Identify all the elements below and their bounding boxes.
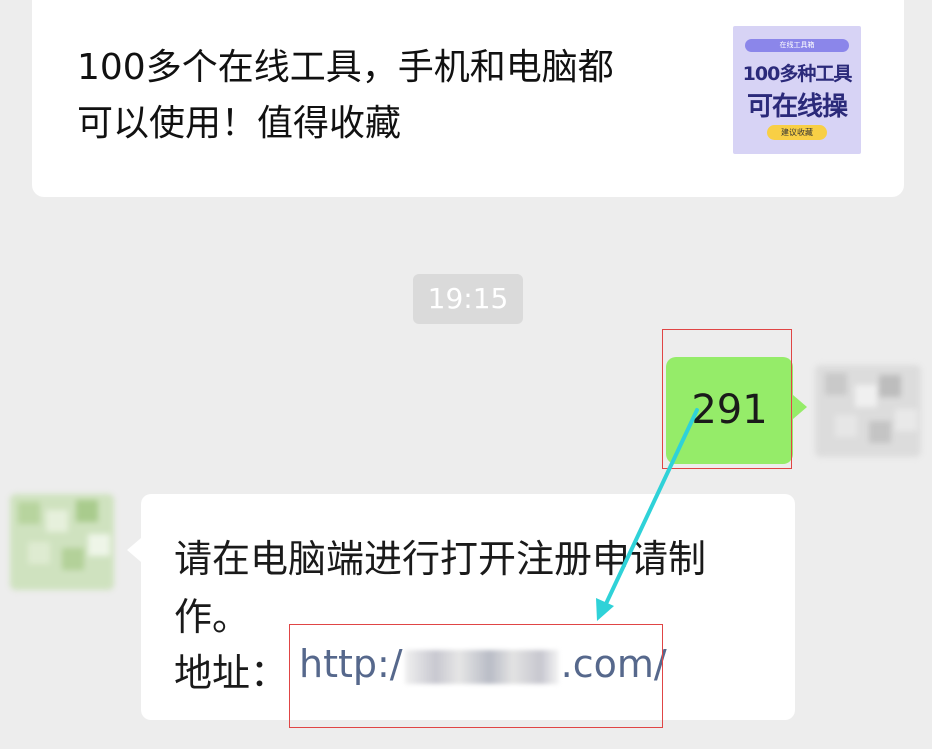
message-timestamp: 19:15: [413, 274, 523, 324]
thumbnail-headline2: 可在线操: [746, 92, 848, 122]
received-message-line1: 请在电脑端进行打开注册申请制: [174, 537, 707, 581]
article-thumbnail: 在线工具箱 100多种工具 可在线操 建议收藏: [733, 26, 861, 154]
received-message-line2: 作。: [174, 595, 251, 639]
article-title-line2: 可以使用！值得收藏: [77, 103, 402, 144]
thumbnail-tag: 在线工具箱: [745, 39, 849, 52]
highlight-box-sent: [662, 329, 792, 469]
contact-avatar[interactable]: [10, 494, 114, 590]
self-avatar[interactable]: [815, 365, 921, 457]
highlight-box-url: [289, 624, 663, 728]
thumbnail-button: 建议收藏: [767, 125, 827, 140]
address-label: 地址：: [174, 651, 289, 695]
article-card[interactable]: 100多个在线工具，手机和电脑都 可以使用！值得收藏 在线工具箱 100多种工具…: [32, 0, 904, 197]
article-title: 100多个在线工具，手机和电脑都 可以使用！值得收藏: [77, 40, 697, 152]
article-title-line1: 100多个在线工具，手机和电脑都: [77, 47, 614, 88]
thumbnail-headline1: 100多种工具: [742, 63, 853, 85]
